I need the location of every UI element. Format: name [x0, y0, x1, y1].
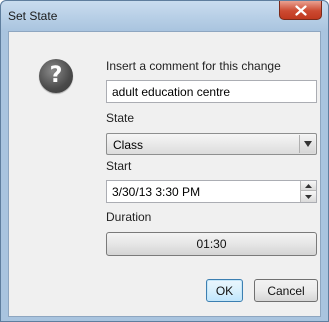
- comment-label: Insert a comment for this change: [106, 59, 281, 73]
- state-label: State: [106, 111, 135, 125]
- arrow-up-icon: [305, 183, 312, 188]
- ok-button[interactable]: OK: [206, 279, 243, 302]
- start-datetime-spinner[interactable]: 3/30/13 3:30 PM: [106, 180, 317, 203]
- duration-button[interactable]: 01:30: [106, 232, 317, 256]
- state-select-value: Class: [113, 138, 144, 152]
- duration-label: Duration: [106, 210, 152, 224]
- spinner-up-button[interactable]: [300, 181, 316, 191]
- question-mark-glyph: ?: [49, 63, 63, 88]
- dialog-content: ? Insert a comment for this change State…: [8, 31, 321, 317]
- start-label: Start: [106, 159, 132, 173]
- chevron-down-icon: [303, 141, 312, 147]
- close-icon: [294, 4, 307, 16]
- comment-input[interactable]: [106, 80, 317, 103]
- question-icon: ?: [39, 59, 73, 93]
- state-select[interactable]: Class: [106, 133, 317, 155]
- set-state-dialog-window: Set State ? Insert a comment for this ch…: [0, 0, 329, 322]
- close-button[interactable]: [279, 1, 322, 20]
- dropdown-arrow-button[interactable]: [299, 135, 315, 153]
- start-datetime-value: 3/30/13 3:30 PM: [112, 185, 201, 199]
- window-title: Set State: [8, 9, 58, 23]
- title-bar[interactable]: Set State: [1, 1, 328, 31]
- cancel-button[interactable]: Cancel: [254, 279, 318, 302]
- spinner-down-button[interactable]: [300, 191, 316, 202]
- arrow-down-icon: [305, 194, 312, 199]
